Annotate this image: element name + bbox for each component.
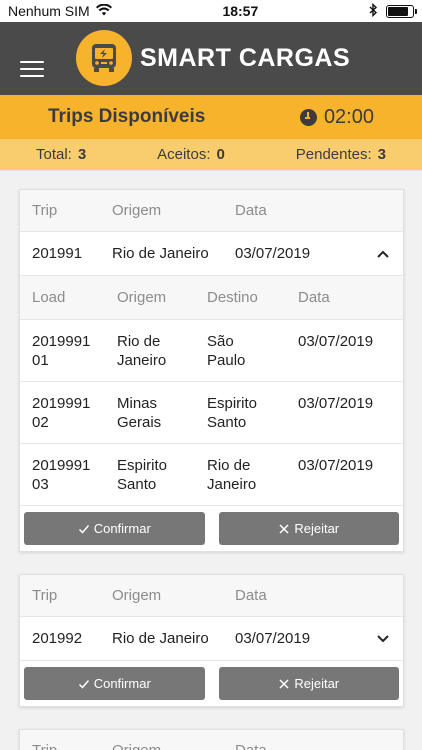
trip-card: Trip Origem Data 201991 Rio de Janeiro 0… [19, 189, 404, 552]
trip-header-row: Trip Origem Data [20, 190, 403, 232]
col-trip: Trip [20, 742, 112, 750]
trip-card: Trip Origem Data 201992 Rio de Janeiro 0… [19, 574, 404, 707]
page-title: Trips Disponíveis [48, 106, 206, 127]
bus-logo-icon [76, 30, 132, 86]
trip-header-row: Trip Origem Data [20, 575, 403, 617]
load-id: 2019991 02 [32, 395, 91, 431]
load-id: 2019991 01 [32, 333, 91, 369]
total-label: Total: [36, 146, 72, 163]
load-origin: Rio de Janeiro [117, 333, 167, 369]
pending-value: 3 [377, 146, 386, 163]
load-row: 2019991 03 Espirito Santo Rio de Janeiro 03… [20, 444, 403, 506]
total-counter: Total: 3 [36, 146, 86, 163]
confirm-label: Confirmar [93, 676, 151, 691]
load-destination: São Paulo [207, 333, 246, 369]
col-origin: Origem [112, 742, 235, 750]
trip-row[interactable]: 201991 Rio de Janeiro 03/07/2019 [20, 232, 403, 276]
check-icon [78, 679, 89, 689]
trip-list: Trip Origem Data 201991 Rio de Janeiro 0… [0, 171, 422, 750]
app-header: SMART CARGAS [0, 22, 422, 95]
col-load-origin: Origem [117, 289, 167, 306]
trip-id: 201991 [32, 245, 83, 262]
load-row: 2019991 02 Minas Gerais Espirito Santo 03/0… [20, 382, 403, 444]
timer-value: 02:00 [323, 105, 374, 128]
trip-row[interactable]: 201992 Rio de Janeiro 03/07/2019 [20, 617, 403, 661]
trip-id: 201992 [32, 630, 83, 647]
confirm-label: Confirmar [93, 521, 151, 536]
col-load-date: Data [298, 289, 330, 306]
col-origin: Origem [112, 202, 162, 219]
col-date: Data [235, 587, 267, 604]
load-id: 2019991 03 [32, 457, 91, 493]
countdown-timer: 02:00 [299, 105, 374, 129]
load-origin: Minas Gerais [117, 395, 162, 431]
clock-icon [299, 108, 317, 126]
hamburger-icon[interactable] [20, 61, 44, 77]
col-origin: Origem [112, 587, 162, 604]
chevron-up-icon[interactable] [363, 247, 403, 261]
load-date: 03/07/2019 [298, 395, 374, 412]
load-header-row: Load Origem Destino Data [20, 276, 403, 320]
col-date: Data [235, 742, 403, 750]
close-icon [279, 523, 289, 534]
accepted-counter: Aceitos: 0 [157, 146, 225, 163]
trip-card: Trip Origem Data [19, 729, 404, 750]
reject-label: Rejeitar [294, 676, 340, 691]
trip-origin: Rio de Janeiro [112, 245, 209, 262]
chevron-down-icon[interactable] [363, 632, 403, 646]
app-brand: SMART CARGAS [140, 44, 351, 72]
load-row: 2019991 01 Rio de Janeiro São Paulo 03/07/2… [20, 320, 403, 382]
trip-actions: Confirmar Rejeitar [20, 661, 403, 706]
load-destination: Espirito Santo [207, 395, 258, 431]
carrier-label: Nenhum SIM [8, 3, 90, 19]
confirm-button[interactable]: Confirmar [24, 512, 205, 545]
load-date: 03/07/2019 [298, 333, 374, 350]
reject-button[interactable]: Rejeitar [218, 667, 399, 700]
battery-icon [385, 4, 417, 18]
confirm-button[interactable]: Confirmar [24, 667, 205, 700]
title-bar: Trips Disponíveis 02:00 [0, 95, 422, 139]
col-trip: Trip [32, 587, 58, 604]
clock-time: 18:57 [222, 3, 259, 19]
trip-actions: Confirmar Rejeitar [20, 506, 403, 551]
col-load: Load [32, 289, 66, 306]
load-origin: Espirito Santo [117, 457, 168, 493]
check-icon [78, 524, 89, 534]
pending-counter: Pendentes: 3 [296, 146, 386, 163]
reject-button[interactable]: Rejeitar [218, 512, 399, 545]
reject-label: Rejeitar [294, 521, 340, 536]
load-destination: Rio de Janeiro [207, 457, 257, 493]
col-date: Data [235, 202, 267, 219]
trip-date: 03/07/2019 [235, 245, 311, 262]
counters-bar: Total: 3 Aceitos: 0 Pendentes: 3 [0, 139, 422, 171]
trip-header-row: Trip Origem Data [20, 730, 403, 750]
trip-date: 03/07/2019 [235, 630, 311, 647]
pending-label: Pendentes: [295, 146, 372, 163]
accepted-label: Aceitos: [157, 146, 211, 163]
accepted-value: 0 [216, 146, 225, 163]
col-destination: Destino [207, 289, 258, 306]
col-trip: Trip [32, 202, 58, 219]
bluetooth-icon [369, 2, 378, 20]
wifi-icon [95, 3, 112, 19]
trip-origin: Rio de Janeiro [112, 630, 209, 647]
total-value: 3 [77, 146, 87, 163]
close-icon [279, 678, 289, 689]
load-date: 03/07/2019 [298, 457, 374, 474]
status-bar: Nenhum SIM 18:57 [0, 0, 422, 22]
